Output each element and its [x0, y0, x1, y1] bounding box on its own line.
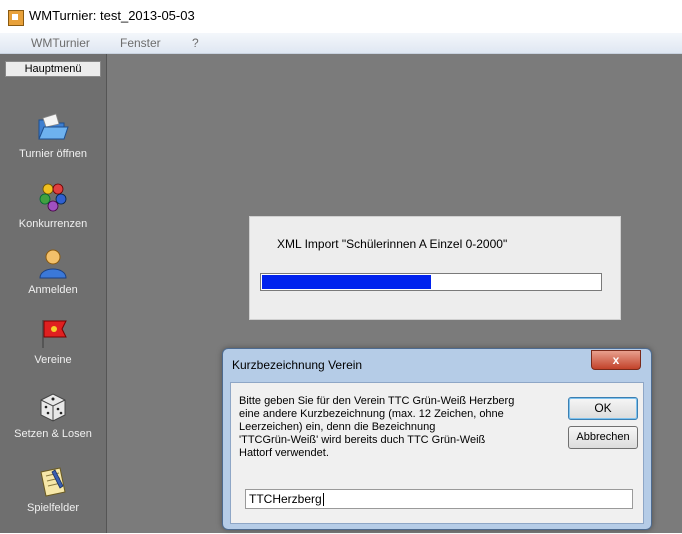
- message-line: eine andere Kurzbezeichnung (max. 12 Zei…: [239, 408, 504, 420]
- text-caret: [322, 493, 324, 507]
- sidebar-item-label: Konkurrenzen: [18, 218, 88, 230]
- input-value: TTCHerzberg: [249, 492, 322, 506]
- dialog-title: Kurzbezeichnung Verein: [232, 358, 363, 372]
- close-icon: x: [612, 353, 620, 367]
- dice-icon: [40, 393, 66, 422]
- dialog-body: Bitte geben Sie für den Verein TTC Grün-…: [230, 382, 644, 524]
- sidebar-item-label: Spielfelder: [27, 502, 79, 514]
- window-title: WMTurnier: test_2013-05-03: [29, 8, 195, 23]
- sidebar-item-setzen-losen[interactable]: Setzen & Losen: [0, 390, 106, 460]
- group-icon: [39, 183, 67, 212]
- sidebar-item-label: Vereine: [34, 354, 72, 366]
- sidebar-item-label: Turnier öffnen: [19, 148, 87, 160]
- sidebar-item-label: Anmelden: [28, 284, 78, 296]
- sidebar-item-vereine[interactable]: Vereine: [0, 316, 106, 386]
- sidebar-item-spielfelder[interactable]: Spielfelder: [0, 464, 106, 534]
- app-icon: [8, 10, 24, 26]
- message-line: Hattorf verwendet.: [239, 447, 329, 459]
- sidebar-item-turnier-oeffnen[interactable]: Turnier öffnen: [0, 110, 106, 180]
- main-menu-sidebar: Hauptmenü Turnier öffnen Konkurrenzen An…: [0, 54, 107, 533]
- menu-help[interactable]: ?: [192, 36, 199, 50]
- message-line: 'TTCGrün-Weiß' wird bereits duch TTC Grü…: [239, 434, 486, 446]
- kurzbezeichnung-dialog: Kurzbezeichnung Verein x Bitte geben Sie…: [222, 348, 652, 530]
- progress-text: XML Import "Schülerinnen A Einzel 0-2000…: [277, 237, 508, 251]
- sidebar-header: Hauptmenü: [5, 61, 101, 77]
- short-name-input[interactable]: TTCHerzberg: [245, 489, 633, 509]
- message-line: Bitte geben Sie für den Verein TTC Grün-…: [239, 395, 515, 407]
- menu-wmturnier[interactable]: WMTurnier: [31, 36, 90, 50]
- dialog-message: Bitte geben Sie für den Verein TTC Grün-…: [239, 395, 559, 460]
- menu-fenster[interactable]: Fenster: [120, 36, 161, 50]
- title-bar: WMTurnier: test_2013-05-03: [0, 0, 682, 33]
- progress-bar: [260, 273, 602, 291]
- message-line: Leerzeichen) ein, denn die Bezeichnung: [239, 421, 436, 433]
- progress-fill: [262, 275, 431, 289]
- import-progress-panel: XML Import "Schülerinnen A Einzel 0-2000…: [249, 216, 621, 320]
- sidebar-item-konkurrenzen[interactable]: Konkurrenzen: [0, 180, 106, 250]
- flag-icon: [42, 320, 67, 348]
- sidebar-item-anmelden[interactable]: Anmelden: [0, 246, 106, 316]
- ok-button[interactable]: OK: [568, 397, 638, 420]
- clipboard-icon: [40, 467, 66, 497]
- folder-open-icon: [38, 113, 69, 140]
- cancel-button[interactable]: Abbrechen: [568, 426, 638, 449]
- close-button[interactable]: x: [591, 350, 641, 370]
- menu-bar: WMTurnier Fenster ?: [0, 33, 682, 54]
- sidebar-item-label: Setzen & Losen: [14, 428, 92, 440]
- person-icon: [39, 249, 67, 279]
